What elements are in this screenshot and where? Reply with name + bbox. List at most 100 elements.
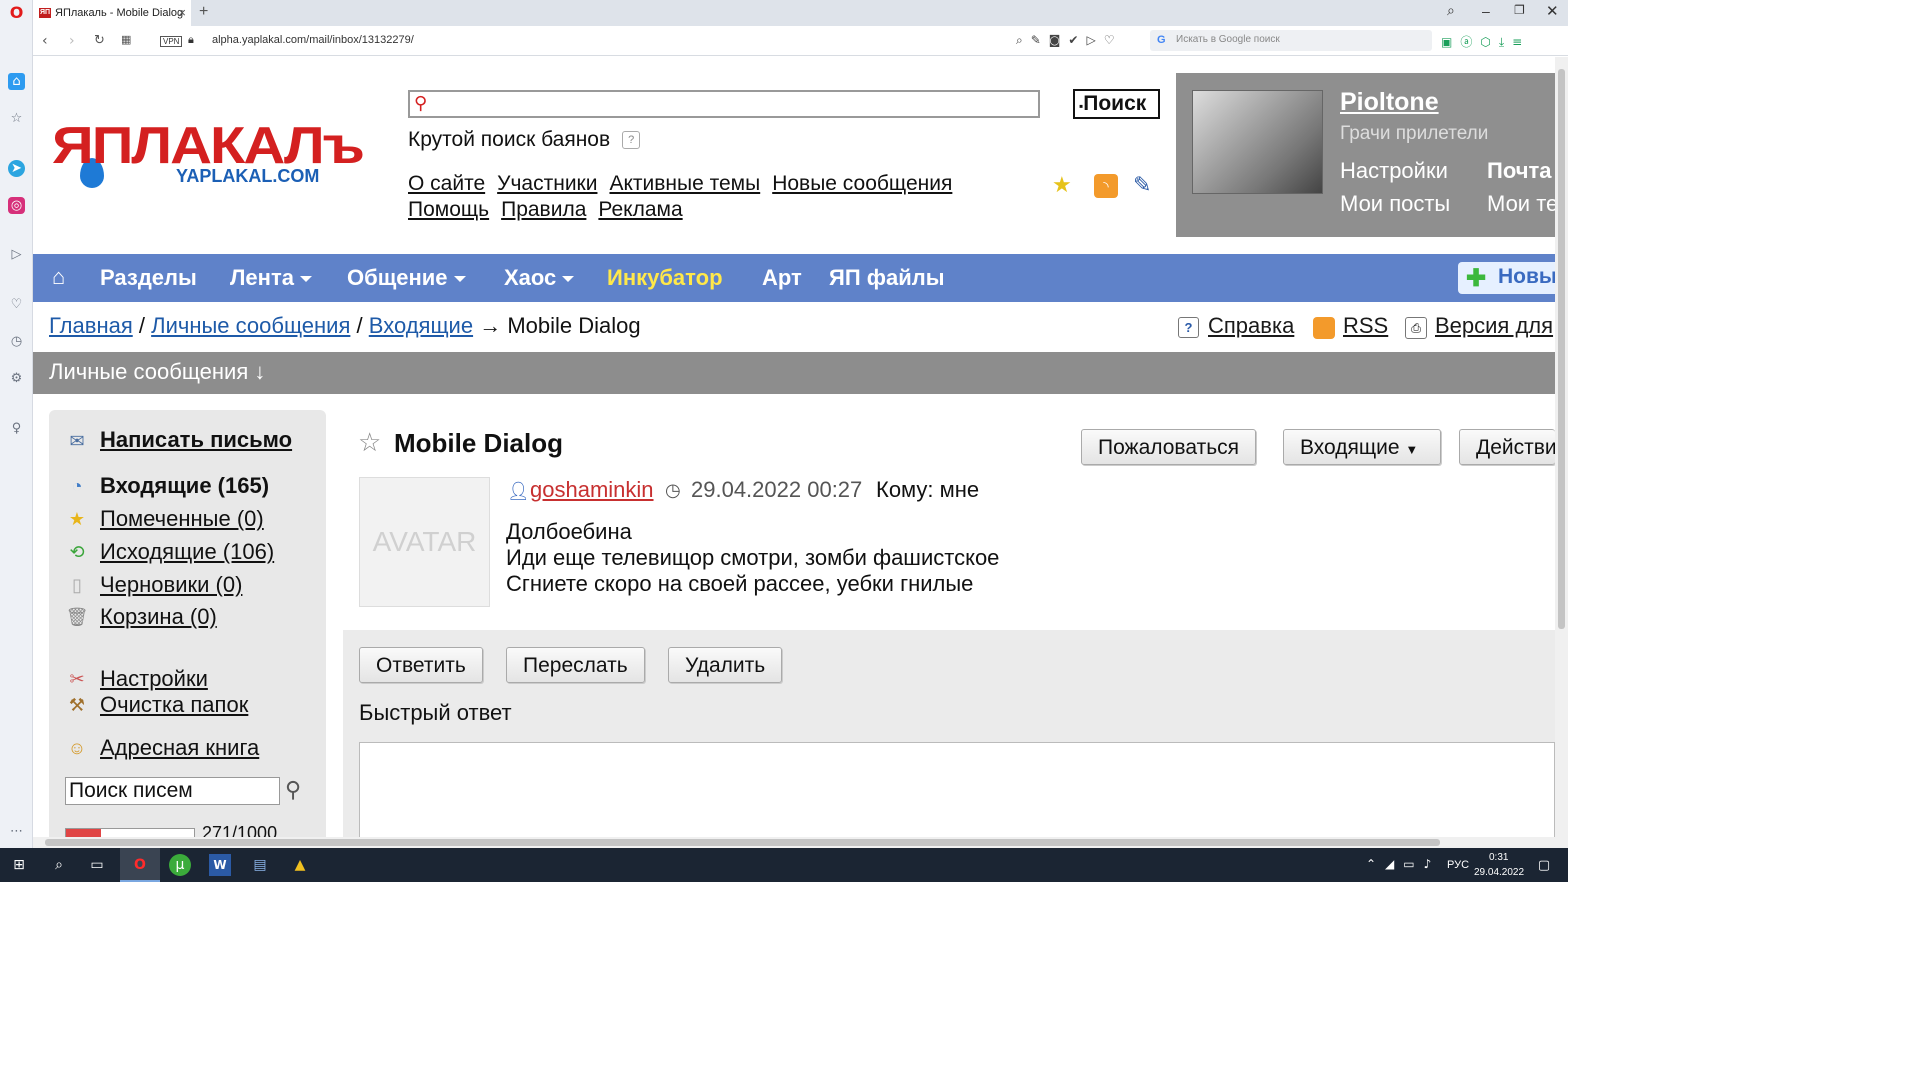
minimize-icon[interactable]: – bbox=[1482, 3, 1490, 19]
search-taskbar-icon[interactable]: ⌕ bbox=[48, 854, 70, 876]
tab-search-icon[interactable]: ⌕ bbox=[1447, 3, 1455, 19]
back-icon[interactable]: ‹ bbox=[42, 33, 48, 49]
settings-gear-icon[interactable]: ⚙ bbox=[8, 370, 25, 387]
user-settings-link[interactable]: Настройки bbox=[1340, 158, 1448, 184]
user-mail-link[interactable]: Почта bbox=[1487, 158, 1552, 184]
delete-button[interactable]: Удалить bbox=[668, 647, 783, 683]
nav-feed[interactable]: Лента bbox=[230, 265, 312, 291]
report-button[interactable]: Пожаловаться bbox=[1081, 429, 1257, 465]
addressbook-link[interactable]: Адресная книга bbox=[100, 735, 259, 761]
new-tab-icon[interactable]: + bbox=[199, 3, 208, 21]
cleanup-link[interactable]: Очистка папок bbox=[100, 692, 248, 718]
mail-search-icon[interactable]: ⚲ bbox=[285, 778, 301, 803]
nav-incubator[interactable]: Инкубатор bbox=[607, 265, 723, 291]
address-tools-icons[interactable]: ⌕✎◙✔▷♡ bbox=[1016, 33, 1122, 48]
folder-sent[interactable]: Исходящие (106) bbox=[100, 539, 274, 565]
crumb-pm[interactable]: Личные сообщения bbox=[151, 313, 350, 338]
mail-settings-link[interactable]: Настройки bbox=[100, 666, 208, 692]
vertical-scrollbar[interactable] bbox=[1555, 57, 1568, 837]
heart-icon[interactable]: ♡ bbox=[8, 296, 25, 313]
section-header[interactable]: Личные сообщения ↓ bbox=[33, 352, 1555, 394]
forward-button[interactable]: Переслать bbox=[506, 647, 645, 683]
clock-time[interactable]: 0:31 bbox=[1489, 852, 1508, 863]
opera-taskbar-icon[interactable]: O bbox=[129, 854, 151, 876]
star-outline-icon[interactable]: ☆ bbox=[358, 427, 381, 458]
pencil-icon[interactable]: ✎ bbox=[1133, 172, 1151, 198]
nav-chaos[interactable]: Хаос bbox=[504, 265, 574, 291]
home-icon[interactable]: ⌂ bbox=[8, 73, 25, 90]
app-triangle-icon[interactable]: ▲ bbox=[289, 854, 311, 876]
folder-select[interactable]: Входящие ▼ bbox=[1283, 429, 1441, 465]
vpn-badge[interactable]: VPN bbox=[160, 36, 183, 47]
scroll-thumb[interactable] bbox=[1558, 69, 1565, 629]
nav-files[interactable]: ЯП файлы bbox=[829, 265, 945, 291]
compose-link[interactable]: Написать письмо bbox=[100, 427, 292, 453]
tab-close-icon[interactable]: × bbox=[178, 5, 186, 20]
history-icon[interactable]: ◷ bbox=[8, 333, 25, 350]
instagram-icon[interactable]: ◎ bbox=[8, 197, 25, 214]
tray-icons[interactable]: ⌃◢▭♪ bbox=[1366, 857, 1440, 871]
link-help[interactable]: Помощь bbox=[408, 198, 489, 221]
tabs-grid-icon[interactable]: ▦ bbox=[121, 33, 131, 46]
horizontal-scrollbar[interactable] bbox=[33, 837, 1568, 848]
site-search-input[interactable]: ⚲ bbox=[408, 90, 1040, 118]
lightbulb-icon[interactable]: ♀ bbox=[8, 420, 25, 437]
quick-reply-textarea[interactable] bbox=[359, 742, 1555, 842]
nav-art[interactable]: Арт bbox=[762, 265, 802, 291]
mail-search-input[interactable]: Поиск писем bbox=[65, 777, 280, 805]
reload-icon[interactable]: ↻ bbox=[94, 33, 105, 48]
google-search-input[interactable]: Искать в Google поиск bbox=[1150, 30, 1432, 51]
bookmarks-icon[interactable]: ☆ bbox=[8, 110, 25, 127]
crumb-home[interactable]: Главная bbox=[49, 313, 133, 338]
folder-flagged[interactable]: Помеченные (0) bbox=[100, 506, 264, 532]
windows-start-icon[interactable]: ⊞ bbox=[8, 854, 30, 876]
help-link[interactable]: Справка bbox=[1208, 313, 1294, 339]
extensions-icons[interactable]: ▣ⓐ⬡⤓≡ bbox=[1441, 33, 1530, 50]
forward-icon[interactable]: › bbox=[69, 33, 75, 49]
folder-trash[interactable]: Корзина (0) bbox=[100, 604, 217, 630]
browser-tab[interactable]: ЯП ЯПлакаль - Mobile Dialog × bbox=[33, 0, 191, 26]
folder-inbox[interactable]: Входящие (165) bbox=[100, 473, 269, 499]
user-avatar[interactable] bbox=[1192, 90, 1323, 194]
notepad-icon[interactable]: ▤ bbox=[249, 854, 271, 876]
link-about[interactable]: О сайте bbox=[408, 172, 485, 195]
hscroll-thumb[interactable] bbox=[45, 839, 1440, 846]
opera-logo-icon[interactable]: O bbox=[8, 3, 25, 22]
word-icon[interactable]: W bbox=[209, 854, 231, 876]
print-icon[interactable]: ⎙ bbox=[1405, 317, 1427, 339]
user-topics-link[interactable]: Мои те bbox=[1487, 191, 1558, 217]
print-version-link[interactable]: Версия для bbox=[1435, 313, 1553, 339]
restore-icon[interactable]: ❐ bbox=[1514, 3, 1525, 17]
user-posts-link[interactable]: Мои посты bbox=[1340, 191, 1450, 217]
help-icon[interactable]: ? bbox=[622, 131, 641, 150]
favorites-star-icon[interactable]: ★ bbox=[1052, 172, 1072, 198]
username-link[interactable]: Pioltone bbox=[1340, 88, 1439, 117]
link-active-topics[interactable]: Активные темы bbox=[609, 172, 760, 195]
player-icon[interactable]: ▷ bbox=[8, 246, 25, 263]
home-nav-icon[interactable]: ⌂ bbox=[52, 264, 65, 290]
search-button[interactable]: ▪Поиск bbox=[1073, 89, 1160, 119]
task-view-icon[interactable]: ▭ bbox=[86, 854, 108, 876]
notifications-icon[interactable]: ▢ bbox=[1533, 854, 1555, 876]
close-window-icon[interactable]: ✕ bbox=[1546, 2, 1559, 20]
help-question-icon[interactable]: ? bbox=[1178, 317, 1199, 338]
rss-small-icon[interactable] bbox=[1313, 317, 1335, 339]
language-indicator[interactable]: РУС bbox=[1447, 859, 1469, 871]
new-topic-button[interactable]: ✚ Новы bbox=[1458, 262, 1568, 294]
url-field[interactable]: alpha.yaplakal.com/mail/inbox/13132279/ bbox=[212, 34, 414, 46]
more-icon[interactable]: ⋯ bbox=[8, 823, 25, 840]
nav-communication[interactable]: Общение bbox=[347, 265, 466, 291]
link-members[interactable]: Участники bbox=[497, 172, 597, 195]
nav-sections[interactable]: Разделы bbox=[100, 265, 197, 291]
sender-link[interactable]: goshaminkin bbox=[530, 477, 654, 503]
utorrent-icon[interactable]: µ bbox=[169, 854, 191, 876]
link-rules[interactable]: Правила bbox=[501, 198, 586, 221]
clock-date[interactable]: 29.04.2022 bbox=[1474, 867, 1524, 878]
link-ads[interactable]: Реклама bbox=[598, 198, 682, 221]
rss-icon[interactable]: ◝ bbox=[1094, 174, 1118, 198]
folder-drafts[interactable]: Черновики (0) bbox=[100, 572, 242, 598]
reply-button[interactable]: Ответить bbox=[359, 647, 483, 683]
telegram-icon[interactable]: ➤ bbox=[8, 160, 25, 177]
crumb-inbox[interactable]: Входящие bbox=[369, 313, 473, 338]
actions-button[interactable]: Действи bbox=[1459, 429, 1555, 465]
